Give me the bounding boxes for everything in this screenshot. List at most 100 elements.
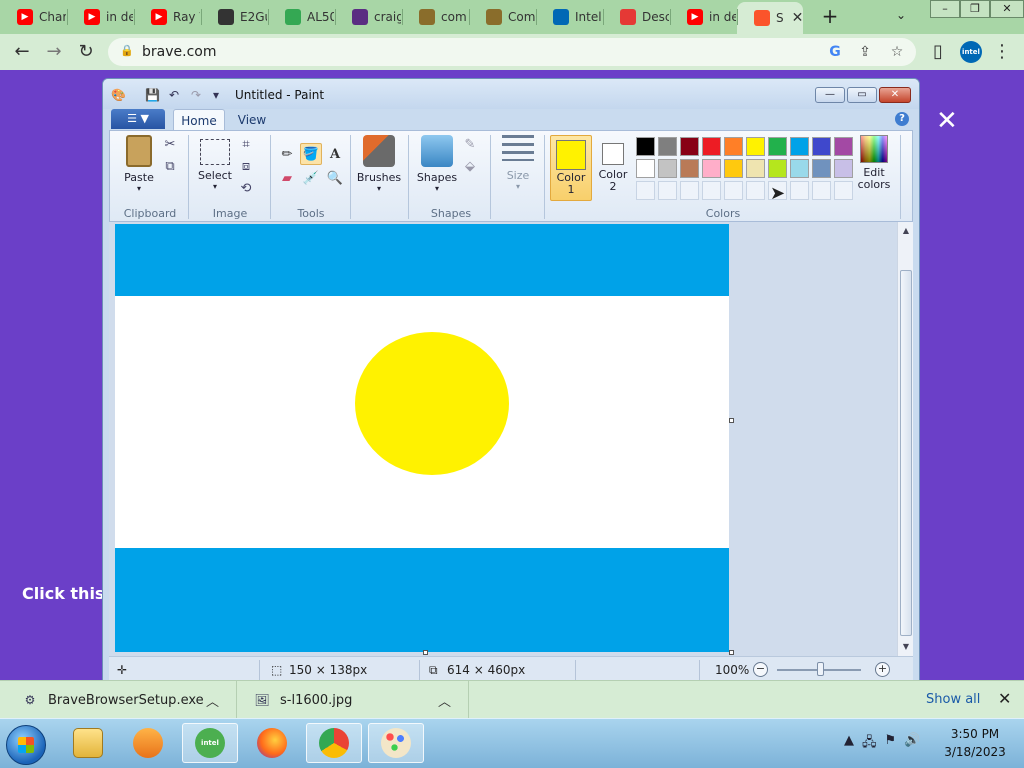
sidebar-icon[interactable]: ▯ bbox=[926, 40, 950, 64]
taskbar-chrome[interactable] bbox=[306, 723, 362, 763]
eraser-icon[interactable]: ▰ bbox=[276, 167, 298, 189]
browser-tab[interactable]: Intel bbox=[536, 2, 602, 32]
tab-view[interactable]: View bbox=[229, 109, 275, 131]
close-tab-icon[interactable]: ✕ bbox=[792, 10, 803, 26]
palette-swatch[interactable] bbox=[768, 137, 787, 156]
paint-file-menu-button[interactable]: ☰ ▼ bbox=[111, 109, 165, 129]
palette-swatch[interactable] bbox=[790, 159, 809, 178]
browser-tab[interactable]: ▶ Char bbox=[0, 2, 66, 32]
taskbar-clock[interactable]: 3:50 PM 3/18/2023 bbox=[940, 725, 1010, 761]
palette-swatch[interactable] bbox=[680, 137, 699, 156]
palette-swatch[interactable] bbox=[702, 137, 721, 156]
palette-swatch[interactable] bbox=[636, 159, 655, 178]
paint-maximize-button[interactable]: ▭ bbox=[847, 87, 877, 103]
palette-swatch[interactable] bbox=[812, 137, 831, 156]
palette-empty-slot[interactable] bbox=[746, 181, 765, 200]
palette-empty-slot[interactable] bbox=[636, 181, 655, 200]
zoom-slider-thumb[interactable] bbox=[817, 662, 824, 676]
paint-app-icon[interactable]: 🎨 bbox=[111, 88, 126, 102]
taskbar-intel-app[interactable]: intel bbox=[182, 723, 238, 763]
palette-swatch[interactable] bbox=[636, 137, 655, 156]
resize-handle-bottom[interactable] bbox=[423, 650, 428, 655]
undo-icon[interactable]: ↶ bbox=[167, 88, 181, 102]
reload-icon[interactable]: ↻ bbox=[74, 40, 98, 64]
brushes-button[interactable]: Brushes ▾ bbox=[354, 135, 404, 193]
fill-bucket-icon[interactable]: 🪣 bbox=[300, 143, 322, 165]
browser-tab[interactable]: Com bbox=[469, 2, 535, 32]
resize-handle-corner[interactable] bbox=[729, 650, 734, 655]
share-icon[interactable]: ⇪ bbox=[856, 43, 874, 61]
scroll-thumb[interactable] bbox=[900, 270, 912, 636]
url-text[interactable]: brave.com bbox=[142, 44, 216, 60]
paste-button[interactable]: Paste ▾ bbox=[118, 135, 160, 193]
size-button[interactable]: Size ▾ bbox=[498, 135, 538, 191]
palette-empty-slot[interactable] bbox=[812, 181, 831, 200]
zoom-in-button[interactable]: + bbox=[875, 662, 890, 677]
magnifier-icon[interactable]: 🔍 bbox=[324, 167, 346, 189]
browser-tab[interactable]: craig bbox=[335, 2, 401, 32]
taskbar-paint[interactable] bbox=[368, 723, 424, 763]
browser-tab[interactable]: ▶ in de bbox=[67, 2, 133, 32]
forward-icon[interactable]: → bbox=[42, 40, 66, 64]
palette-swatch[interactable] bbox=[658, 159, 677, 178]
paint-minimize-button[interactable]: — bbox=[815, 87, 845, 103]
intel-extension-icon[interactable]: intel bbox=[960, 41, 982, 63]
browser-tab[interactable]: E2Gu bbox=[201, 2, 267, 32]
download-item[interactable]: ⚙ BraveBrowserSetup.exe ︿ bbox=[22, 681, 232, 719]
taskbar-firefox[interactable] bbox=[244, 723, 300, 763]
palette-swatch[interactable] bbox=[834, 137, 853, 156]
browser-tab[interactable]: ▶ Ray V bbox=[134, 2, 200, 32]
palette-empty-slot[interactable] bbox=[680, 181, 699, 200]
google-icon[interactable]: G bbox=[826, 43, 844, 61]
tab-search-icon[interactable]: ⌄ bbox=[896, 8, 906, 22]
paint-close-button[interactable]: ✕ bbox=[879, 87, 911, 103]
redo-icon[interactable]: ↷ bbox=[189, 88, 203, 102]
network-icon[interactable]: 🖧 bbox=[862, 733, 877, 755]
flag-alert-icon[interactable]: ⚑ bbox=[885, 733, 897, 755]
show-all-link[interactable]: Show all bbox=[926, 692, 980, 707]
color1-button[interactable]: Color 1 bbox=[550, 135, 592, 201]
scroll-down-icon[interactable]: ▼ bbox=[900, 642, 912, 651]
outline-icon[interactable]: ✎ bbox=[460, 135, 480, 155]
shapes-button[interactable]: Shapes ▾ bbox=[412, 135, 462, 193]
volume-icon[interactable]: 🔊 bbox=[904, 733, 920, 755]
tab-home[interactable]: Home bbox=[173, 109, 225, 131]
drawing-canvas[interactable] bbox=[115, 224, 729, 652]
palette-swatch[interactable] bbox=[812, 159, 831, 178]
palette-swatch[interactable] bbox=[746, 159, 765, 178]
download-item[interactable]: 🖼 s-l1600.jpg ︿ bbox=[254, 681, 468, 719]
restore-button[interactable]: ❐ bbox=[960, 0, 990, 18]
select-button[interactable]: Select ▾ bbox=[194, 135, 236, 191]
palette-swatch[interactable] bbox=[746, 137, 765, 156]
color-picker-icon[interactable]: 💉 bbox=[300, 167, 322, 189]
browser-tab[interactable]: Desc bbox=[603, 2, 669, 32]
palette-swatch[interactable] bbox=[724, 137, 743, 156]
help-icon[interactable]: ? bbox=[895, 112, 909, 126]
resize-icon[interactable]: ⧈ bbox=[236, 157, 256, 177]
page-close-icon[interactable]: ✕ bbox=[936, 106, 958, 136]
bookmark-star-icon[interactable]: ☆ bbox=[888, 43, 906, 61]
taskbar-media-player[interactable] bbox=[120, 723, 176, 763]
start-button[interactable] bbox=[6, 725, 46, 765]
palette-swatch[interactable] bbox=[768, 159, 787, 178]
save-icon[interactable]: 💾 bbox=[145, 88, 160, 102]
scroll-up-icon[interactable]: ▲ bbox=[900, 226, 912, 235]
taskbar-explorer[interactable] bbox=[60, 723, 116, 763]
browser-tab[interactable]: com bbox=[402, 2, 468, 32]
copy-icon[interactable]: ⧉ bbox=[160, 157, 180, 177]
crop-icon[interactable]: ⌗ bbox=[236, 135, 256, 155]
palette-swatch[interactable] bbox=[790, 137, 809, 156]
cut-icon[interactable]: ✂ bbox=[160, 135, 180, 155]
tray-expand-icon[interactable]: ▲ bbox=[844, 733, 854, 755]
browser-tab[interactable]: ▶ in de bbox=[670, 2, 736, 32]
vertical-scrollbar[interactable]: ▲ ▼ bbox=[897, 222, 913, 656]
minimize-button[interactable]: – bbox=[930, 0, 960, 18]
palette-empty-slot[interactable] bbox=[658, 181, 677, 200]
new-tab-button[interactable]: + bbox=[818, 5, 842, 29]
back-icon[interactable]: ← bbox=[10, 40, 34, 64]
text-tool-icon[interactable]: A bbox=[324, 143, 346, 165]
palette-empty-slot[interactable] bbox=[702, 181, 721, 200]
edit-colors-button[interactable]: Edit colors bbox=[854, 135, 894, 191]
browser-tab[interactable]: AL50 bbox=[268, 2, 334, 32]
palette-swatch[interactable] bbox=[658, 137, 677, 156]
